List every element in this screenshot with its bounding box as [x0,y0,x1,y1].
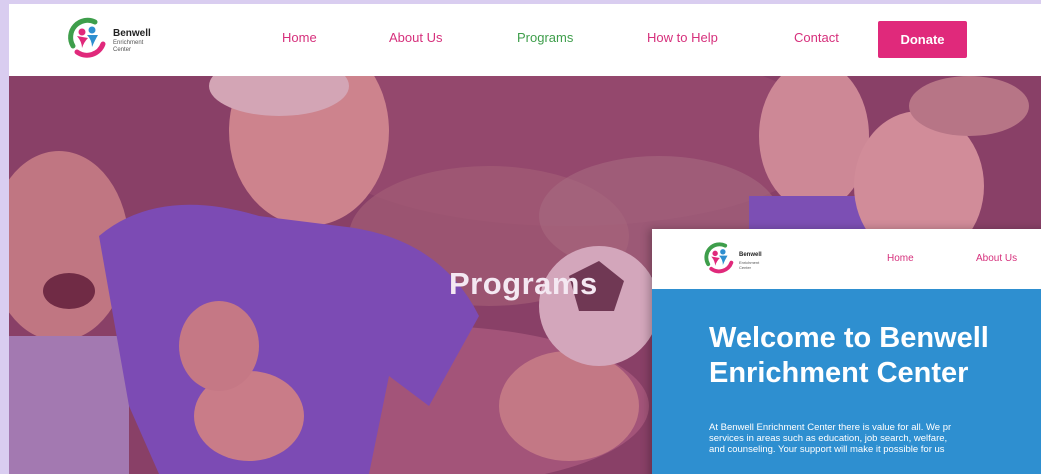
logo-subtitle: Center [113,47,132,53]
nav-how-to-help[interactable]: How to Help [647,30,718,45]
browser-frame: Benwell Enrichment Center Home About Us … [9,4,1041,474]
logo-name: Benwell [113,28,151,39]
logo-icon [704,242,734,274]
inset-welcome-section: Welcome to Benwell Enrichment Center At … [652,289,1041,474]
inset-logo[interactable]: Benwell Enrichment Center [702,241,802,277]
inset-intro-text: At Benwell Enrichment Center there is va… [709,422,951,455]
nav-about-us[interactable]: About Us [389,30,442,45]
inset-intro-line: At Benwell Enrichment Center there is va… [709,422,952,433]
inset-intro-line: services in areas such as education, job… [709,433,948,444]
inset-nav-home[interactable]: Home [887,253,914,264]
nav-home[interactable]: Home [282,30,317,45]
site-header: Benwell Enrichment Center Home About Us … [9,4,1041,76]
inset-nav-about-us[interactable]: About Us [976,253,1017,264]
nav-contact[interactable]: Contact [794,30,839,45]
logo-icon [68,17,106,58]
inset-title-line: Welcome to Benwell [709,322,989,354]
inset-title-line: Enrichment Center [709,357,969,389]
inset-logo-subtitle: Center [739,265,752,270]
logo-subtitle: Enrichment [113,40,144,46]
hero-title: Programs [449,266,598,301]
inset-logo-name: Benwell [739,252,762,258]
nav-programs[interactable]: Programs [517,30,573,45]
inset-welcome-title: Welcome to Benwell Enrichment Center [709,321,989,391]
site-logo[interactable]: Benwell Enrichment Center [65,16,185,62]
inset-header: Benwell Enrichment Center Home About Us [652,229,1041,289]
donate-button[interactable]: Donate [878,21,967,58]
inset-page-preview: Benwell Enrichment Center Home About Us … [652,229,1041,474]
inset-intro-line: and counseling. Your support will make i… [709,444,945,455]
